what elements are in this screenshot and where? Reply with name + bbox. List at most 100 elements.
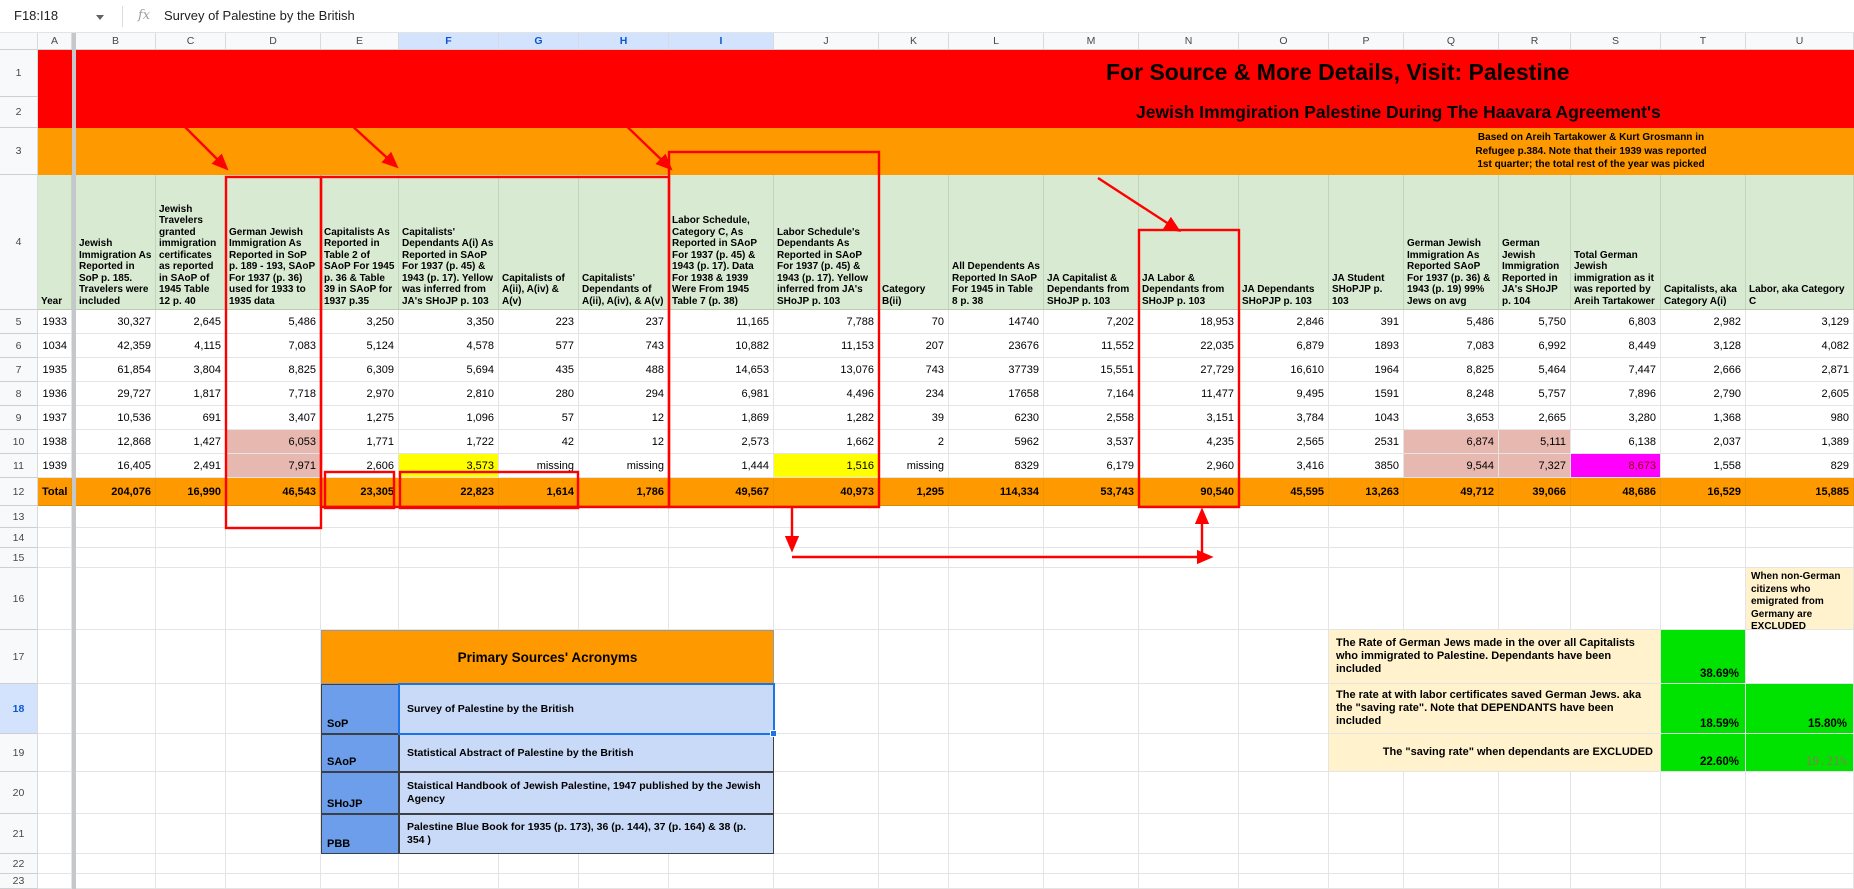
- cell-L22[interactable]: [949, 854, 1044, 874]
- cell-P13[interactable]: [1329, 506, 1404, 528]
- cell-U21[interactable]: [1746, 814, 1854, 854]
- cell-J19[interactable]: [774, 734, 879, 772]
- cell-I23[interactable]: [669, 874, 774, 889]
- cell-R13[interactable]: [1499, 506, 1571, 528]
- cell-T20[interactable]: [1661, 772, 1746, 814]
- cell-J6[interactable]: 11,153: [774, 334, 879, 358]
- header-cell-J[interactable]: Labor Schedule's Dependants As Reported …: [774, 175, 879, 310]
- cell-I15[interactable]: [669, 548, 774, 568]
- cell-K18[interactable]: [879, 684, 949, 734]
- cell-O9[interactable]: 3,784: [1239, 406, 1329, 430]
- header-cell-F[interactable]: Capitalists' Dependants A(i) As Reported…: [399, 175, 499, 310]
- cell-F13[interactable]: [399, 506, 499, 528]
- cell-L9[interactable]: 6230: [949, 406, 1044, 430]
- cell-E8[interactable]: 2,970: [321, 382, 399, 406]
- cell-D6[interactable]: 7,083: [226, 334, 321, 358]
- cell-O18[interactable]: [1239, 684, 1329, 734]
- cell-E23[interactable]: [321, 874, 399, 889]
- cell-D21[interactable]: [226, 814, 321, 854]
- cell-B23[interactable]: [76, 874, 156, 889]
- cell-C8[interactable]: 1,817: [156, 382, 226, 406]
- cell-C13[interactable]: [156, 506, 226, 528]
- cell-C19[interactable]: [156, 734, 226, 772]
- cell-Q7[interactable]: 8,825: [1404, 358, 1499, 382]
- cell-J21[interactable]: [774, 814, 879, 854]
- cell-K16[interactable]: [879, 568, 949, 630]
- cell-O23[interactable]: [1239, 874, 1329, 889]
- acronym-desc-SoP[interactable]: Survey of Palestine by the British: [399, 684, 774, 734]
- row-header-9[interactable]: 9: [0, 406, 38, 430]
- cell-T10[interactable]: 2,037: [1661, 430, 1746, 454]
- header-cell-E[interactable]: Capitalists As Reported in Table 2 of SA…: [321, 175, 399, 310]
- cell-J9[interactable]: 1,282: [774, 406, 879, 430]
- cell-C20[interactable]: [156, 772, 226, 814]
- cell-J13[interactable]: [774, 506, 879, 528]
- header-cell-A[interactable]: Year: [38, 175, 72, 310]
- cell-J14[interactable]: [774, 528, 879, 548]
- cell-O15[interactable]: [1239, 548, 1329, 568]
- cell-S22[interactable]: [1571, 854, 1661, 874]
- rate-value-u-18[interactable]: 15.80%: [1746, 684, 1854, 734]
- cell-A14[interactable]: [38, 528, 72, 548]
- cell-Q22[interactable]: [1404, 854, 1499, 874]
- cell-M13[interactable]: [1044, 506, 1139, 528]
- banner-row2[interactable]: Jewish Immgiration Palestine During The …: [38, 97, 1854, 128]
- cell-D18[interactable]: [226, 684, 321, 734]
- cell-R16[interactable]: [1499, 568, 1571, 630]
- cell-L17[interactable]: [949, 630, 1044, 684]
- cell-U10[interactable]: 1,389: [1746, 430, 1854, 454]
- cell-C9[interactable]: 691: [156, 406, 226, 430]
- cell-B18[interactable]: [76, 684, 156, 734]
- cell-P23[interactable]: [1329, 874, 1404, 889]
- rate-note-17[interactable]: The Rate of German Jews made in the over…: [1329, 630, 1661, 684]
- cell-J20[interactable]: [774, 772, 879, 814]
- cell-C15[interactable]: [156, 548, 226, 568]
- cell-G11[interactable]: missing: [499, 454, 579, 478]
- cell-S16[interactable]: [1571, 568, 1661, 630]
- column-header-G[interactable]: G: [499, 33, 579, 50]
- cell-R7[interactable]: 5,464: [1499, 358, 1571, 382]
- cell-P16[interactable]: [1329, 568, 1404, 630]
- cell-L19[interactable]: [949, 734, 1044, 772]
- column-header-A[interactable]: A: [38, 33, 72, 50]
- cell-P6[interactable]: 1893: [1329, 334, 1404, 358]
- cell-O11[interactable]: 3,416: [1239, 454, 1329, 478]
- cell-U9[interactable]: 980: [1746, 406, 1854, 430]
- cell-D5[interactable]: 5,486: [226, 310, 321, 334]
- cell-G13[interactable]: [499, 506, 579, 528]
- header-cell-O[interactable]: JA Dependants SHoPJP p. 103: [1239, 175, 1329, 310]
- cell-B5[interactable]: 30,327: [76, 310, 156, 334]
- cell-L18[interactable]: [949, 684, 1044, 734]
- cell-G6[interactable]: 577: [499, 334, 579, 358]
- cell-F6[interactable]: 4,578: [399, 334, 499, 358]
- cell-M15[interactable]: [1044, 548, 1139, 568]
- cell-H23[interactable]: [579, 874, 669, 889]
- cell-G8[interactable]: 280: [499, 382, 579, 406]
- cell-D11[interactable]: 7,971: [226, 454, 321, 478]
- cell-P9[interactable]: 1043: [1329, 406, 1404, 430]
- row-header-12[interactable]: 12: [0, 478, 38, 506]
- cell-Q15[interactable]: [1404, 548, 1499, 568]
- cell-L11[interactable]: 8329: [949, 454, 1044, 478]
- cell-D13[interactable]: [226, 506, 321, 528]
- cell-D9[interactable]: 3,407: [226, 406, 321, 430]
- cell-H14[interactable]: [579, 528, 669, 548]
- cell-A8[interactable]: 1936: [38, 382, 72, 406]
- cell-F14[interactable]: [399, 528, 499, 548]
- cell-O10[interactable]: 2,565: [1239, 430, 1329, 454]
- cell-I14[interactable]: [669, 528, 774, 548]
- acronyms-title[interactable]: Primary Sources' Acronyms: [321, 630, 774, 684]
- cell-M10[interactable]: 3,537: [1044, 430, 1139, 454]
- cell-A6[interactable]: 1034: [38, 334, 72, 358]
- cell-K6[interactable]: 207: [879, 334, 949, 358]
- cell-L8[interactable]: 17658: [949, 382, 1044, 406]
- cell-N15[interactable]: [1139, 548, 1239, 568]
- acronym-desc-PBB[interactable]: Palestine Blue Book for 1935 (p. 173), 3…: [399, 814, 774, 854]
- cell-N11[interactable]: 2,960: [1139, 454, 1239, 478]
- cell-B20[interactable]: [76, 772, 156, 814]
- acronym-key-SoP[interactable]: SoP: [321, 684, 399, 734]
- cell-C6[interactable]: 4,115: [156, 334, 226, 358]
- cell-T16[interactable]: [1661, 568, 1746, 630]
- cell-Q16[interactable]: [1404, 568, 1499, 630]
- row-header-1[interactable]: 1: [0, 50, 38, 97]
